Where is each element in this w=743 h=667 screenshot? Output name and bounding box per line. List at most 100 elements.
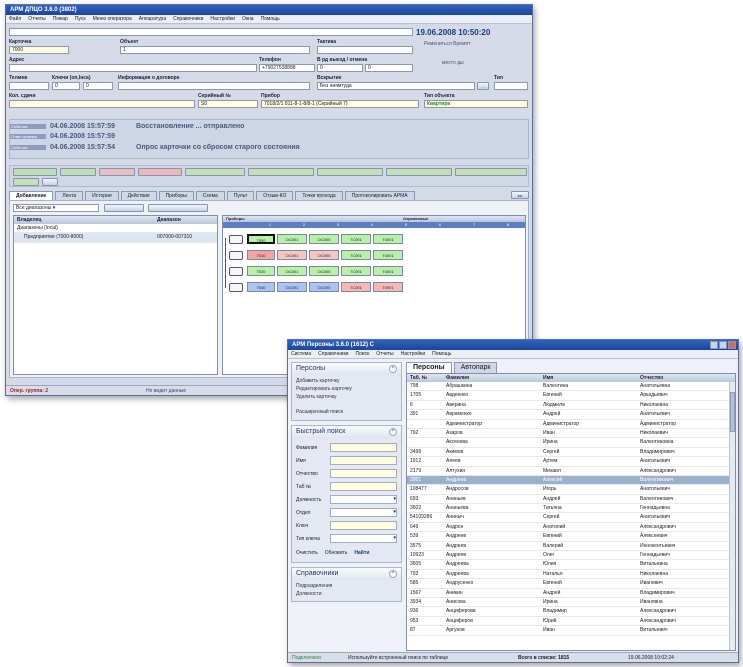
menu-reports[interactable]: Отчеты (376, 351, 393, 357)
tree-node[interactable]: Предприятие (7000-8000) 007000-007310 (14, 233, 217, 243)
name-input[interactable] (330, 456, 397, 465)
table-row[interactable]: 649 Андрон Анатолий Александрович (407, 523, 735, 533)
table-row[interactable]: 693 Ананьев Андрей Валентинович (407, 495, 735, 505)
position-select[interactable]: ▾ (330, 495, 397, 504)
device-id-cell[interactable]: 7040 (247, 282, 275, 292)
notes-field[interactable] (9, 100, 195, 108)
action-button[interactable] (42, 178, 58, 186)
tab-history[interactable]: Истории (85, 191, 119, 200)
table-row[interactable]: 108477 Андросов Игорь Анатольевич (407, 485, 735, 495)
table-row[interactable]: Аксенова Ирина Валентиновна (407, 438, 735, 448)
tab-checkpoints[interactable]: Точки прохода (295, 191, 343, 200)
zone-cell[interactable]: OC000 (309, 234, 339, 244)
action-button[interactable] (13, 178, 39, 186)
clear-button[interactable]: Очистить (296, 550, 318, 556)
tabnum-column-header[interactable]: Таб. № (407, 374, 443, 382)
top-search-field[interactable] (9, 28, 413, 36)
device-field[interactable]: 7018/2/1 811-8-1-8/8-1 (Серийный 7) (261, 100, 419, 108)
action-button[interactable] (455, 168, 527, 176)
minimize-icon[interactable] (710, 341, 718, 349)
action-button[interactable] (185, 168, 245, 176)
tab-log[interactable]: Протоколировать АРМА (344, 191, 415, 200)
menu-hardware[interactable]: Аппаратура (139, 16, 166, 22)
tab-feed[interactable]: Лента (55, 191, 84, 200)
device-icon[interactable] (229, 235, 243, 244)
range-filter-select[interactable]: Все диапазоны ▾ (13, 204, 99, 212)
device-id-cell[interactable]: 7000 (247, 234, 275, 244)
edit-card-link[interactable]: Редактировать карточку (292, 385, 401, 393)
device-icon[interactable] (229, 283, 243, 292)
menu-operator[interactable]: Меню оператора (93, 16, 132, 22)
action-button[interactable] (138, 168, 182, 176)
tab-console[interactable]: Пульт (226, 191, 255, 200)
object-field[interactable]: 1 (120, 46, 310, 54)
table-row[interactable]: Администратор Администратор Администратор (407, 420, 735, 429)
table-row[interactable]: 1912 Алеев Артем Анатольевич (407, 457, 735, 467)
menu-search[interactable]: Поиск (355, 351, 369, 357)
table-row[interactable]: 54109286 Аниныч Сергей Анатольевич (407, 513, 735, 523)
opening-field[interactable]: Без ниямтуда (317, 82, 475, 90)
menu-settings[interactable]: Настройки (210, 16, 235, 22)
menu-system[interactable]: Система (291, 351, 311, 357)
patronymic-column-header[interactable]: Отчество (637, 374, 735, 382)
keytype-select[interactable]: ▾ (330, 534, 397, 543)
zone-cell[interactable]: OC001 (277, 250, 307, 260)
department-select[interactable]: ▾ (330, 508, 397, 517)
departments-link[interactable]: Подразделения (292, 580, 401, 590)
zone-cell[interactable]: OC000 (309, 266, 339, 276)
contract-field[interactable] (118, 82, 310, 90)
name-column-header[interactable]: Имя (540, 374, 637, 382)
table-row[interactable]: 87 Аргунов Иван Витальевич (407, 626, 735, 636)
find-button[interactable]: Найти (354, 550, 369, 556)
table-row[interactable]: 3605 Андреева Юлия Витальевна (407, 560, 735, 570)
tab-devices[interactable]: Приборы (158, 191, 194, 200)
action-button[interactable] (317, 168, 383, 176)
zone-cell[interactable]: 7C001 (341, 234, 371, 244)
menu-file[interactable]: Файл (9, 16, 21, 22)
device-id-cell[interactable]: 7010 (247, 250, 275, 260)
table-scrollbar[interactable] (729, 382, 735, 650)
table-row[interactable]: 6 Аверина Людмила Николаевна (407, 401, 735, 411)
collapse-icon[interactable]: ^ (389, 570, 397, 578)
action-button[interactable] (99, 168, 135, 176)
tab-vehicles[interactable]: Автопарк (453, 362, 498, 373)
scrollbar-thumb[interactable] (730, 392, 735, 432)
table-row[interactable]: 2179 Алтухин Михаил Александрович (407, 467, 735, 476)
advanced-search-link[interactable]: Расширенный поиск (292, 401, 401, 420)
zone-cell[interactable]: T0001 (373, 234, 403, 244)
menu-help[interactable]: Помощь (432, 351, 451, 357)
table-row[interactable]: 391 Авраменко Андрей Анатольевич (407, 410, 735, 420)
persons-panel-header[interactable]: Персоны ^ (292, 363, 401, 375)
table-row[interactable]: 936 Анциферова Владимир Александрович (407, 607, 735, 617)
maximize-icon[interactable] (719, 341, 727, 349)
zone-cell[interactable]: OC000 (309, 250, 339, 260)
cancel-field[interactable]: 0 (365, 64, 413, 72)
zone-cell[interactable]: OC001 (277, 282, 307, 292)
table-row[interactable]: 585 Андрусенко Евгений Иванович (407, 579, 735, 589)
address-field[interactable] (9, 64, 257, 72)
zone-cell[interactable]: 7C001 (341, 282, 371, 292)
delete-card-link[interactable]: Удалить карточку (292, 393, 401, 401)
table-row[interactable]: 1567 Аникин Андрей Владимирович (407, 589, 735, 598)
range-column-header[interactable]: Диапазон (154, 216, 217, 224)
tab-add[interactable]: Добавление (9, 191, 54, 200)
quick-search-header[interactable]: Быстрый поиск ^ (292, 426, 401, 438)
refresh-button[interactable]: Обновить (325, 550, 348, 556)
zone-cell[interactable]: T0001 (373, 266, 403, 276)
tab-actions[interactable]: Действия (120, 191, 157, 200)
serial-field[interactable]: S0 (198, 100, 258, 108)
zone-cell[interactable]: OC000 (309, 282, 339, 292)
key-input[interactable] (330, 521, 397, 530)
zone-cell[interactable]: OC001 (277, 234, 307, 244)
phone-field[interactable]: +79027538888 (259, 64, 315, 72)
menu-references[interactable]: Справочники (318, 351, 348, 357)
menu-reports[interactable]: Отчеты (28, 16, 45, 22)
device-icon[interactable] (229, 251, 243, 260)
action-button[interactable] (248, 168, 314, 176)
patronymic-input[interactable] (330, 469, 397, 478)
cards-range-button[interactable] (148, 204, 208, 212)
zone-cell[interactable]: T0001 (373, 282, 403, 292)
table-row[interactable]: 10923 Андреев Олег Геннадьевич (407, 551, 735, 561)
references-header[interactable]: Справочники ^ (292, 568, 401, 580)
menu-settings[interactable]: Настройки (401, 351, 426, 357)
